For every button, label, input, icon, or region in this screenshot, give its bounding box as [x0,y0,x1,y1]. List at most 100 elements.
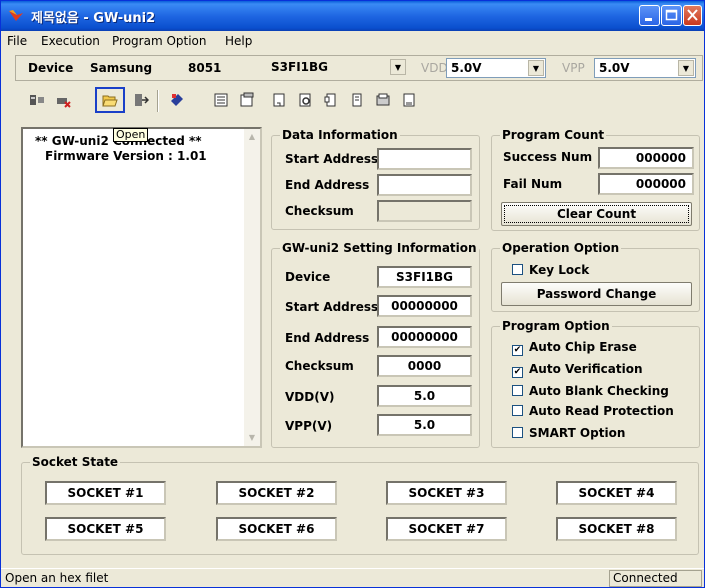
setting-information-group: GW-uni2 Setting Information Device S3FI1… [271,241,480,448]
key-lock-checkbox[interactable]: Key Lock [512,263,589,277]
verify-icon [352,93,362,107]
auto-chip-erase-label: Auto Chip Erase [529,340,637,354]
menu-bar: File Execution Program Option Help [1,31,704,51]
checkbox-icon [512,264,523,275]
setting-checksum-field: 0000 [377,355,472,377]
auto-icon [403,93,415,107]
minimize-button[interactable] [639,5,660,26]
auto-blank-checkbox[interactable]: Auto Blank Checking [512,384,669,398]
checkbox-icon [512,427,523,438]
close-button[interactable] [683,5,702,26]
disconnect-tool-button[interactable] [53,90,73,110]
chevron-down-icon[interactable]: ▼ [390,59,406,75]
device-label: Device [28,61,74,75]
data-information-group: Data Information Start Address End Addre… [271,128,480,230]
clear-count-button[interactable]: Clear Count [501,202,692,226]
vpp-select[interactable]: 5.0V ▼ [594,58,696,78]
chip-select[interactable]: S3FI1BG ▼ [261,58,407,78]
setting-start-label: Start Address [285,300,379,314]
blank-check-tool-button[interactable] [269,90,289,110]
setting-checksum-label: Checksum [285,359,354,373]
setting-vdd-field: 5.0 [377,385,472,407]
setting-vpp-field: 5.0 [377,414,472,436]
menu-file[interactable]: File [7,34,27,48]
tooltip: Open [113,128,149,142]
config-tool-button[interactable] [237,90,257,110]
socket-3: SOCKET #3 [386,481,507,505]
smart-option-checkbox[interactable]: SMART Option [512,426,625,440]
maximize-button[interactable] [661,5,682,26]
menu-help[interactable]: Help [225,34,252,48]
setting-device-field: S3FI1BG [377,266,472,288]
config-icon [240,92,254,107]
device-maker[interactable]: Samsung [90,61,152,75]
socket-2: SOCKET #2 [216,481,337,505]
status-message: Open an hex filet [5,571,109,585]
connect-icon [30,95,44,105]
toolbar-separator [157,90,159,112]
auto-read-protection-label: Auto Read Protection [529,404,674,418]
scroll-down-icon[interactable]: ▼ [245,431,259,445]
socket-5: SOCKET #5 [45,517,166,541]
minimize-icon [645,18,652,21]
setting-device-label: Device [285,270,331,284]
setting-information-title: GW-uni2 Setting Information [280,241,479,255]
auto-read-protection-checkbox[interactable]: Auto Read Protection [512,404,674,418]
open-icon [102,95,118,107]
auto-tool-button[interactable] [399,90,419,110]
vdd-label: VDD [421,61,448,75]
auto-verification-checkbox[interactable]: ✔ Auto Verification [512,362,643,378]
menu-program-option[interactable]: Program Option [112,34,207,48]
operation-option-group: Operation Option Key Lock Password Chang… [491,241,700,312]
erase-tool-button[interactable] [321,90,341,110]
protect-icon [376,93,390,106]
status-bar: Open an hex filet Connected [1,568,704,587]
chip-program-icon [171,94,183,106]
title-bar[interactable]: 제목없음 - GW-uni2 [1,1,704,31]
device-core[interactable]: 8051 [188,61,221,75]
data-start-field[interactable] [377,148,472,170]
auto-chip-erase-checkbox[interactable]: ✔ Auto Chip Erase [512,340,637,356]
log-list[interactable]: ** GW-uni2 Connected ** Firmware Version… [21,127,262,448]
chevron-down-icon[interactable]: ▼ [678,60,694,76]
checkmark-icon: ✔ [512,367,523,378]
read-icon [299,93,311,107]
app-logo-icon [9,10,23,21]
toolbar [15,86,703,116]
socket-4: SOCKET #4 [556,481,677,505]
smart-option-label: SMART Option [529,426,626,440]
log-scrollbar[interactable]: ▲ ▼ [244,129,260,446]
socket-state-group: Socket State SOCKET #1 SOCKET #2 SOCKET … [21,455,699,555]
data-end-field[interactable] [377,174,472,196]
window-title: 제목없음 - GW-uni2 [31,11,156,26]
setting-end-field: 00000000 [377,326,472,348]
socket-state-title: Socket State [30,455,121,469]
auto-verification-label: Auto Verification [529,362,643,376]
fail-num-label: Fail Num [503,177,563,191]
erase-icon [324,93,336,107]
disconnect-icon [57,98,71,108]
scroll-up-icon[interactable]: ▲ [245,130,259,144]
password-change-button[interactable]: Password Change [501,282,692,306]
read-tool-button[interactable] [295,90,315,110]
data-end-label: End Address [285,178,370,192]
memory-tool-button[interactable] [211,90,231,110]
checkmark-icon: ✔ [512,345,523,356]
socket-1: SOCKET #1 [45,481,166,505]
maximize-icon [665,9,678,21]
key-lock-label: Key Lock [529,263,590,277]
load-tool-button[interactable] [131,90,151,110]
verify-tool-button[interactable] [347,90,367,110]
open-tool-button[interactable] [95,87,125,113]
fail-num-field: 000000 [598,173,694,195]
program-tool-button[interactable] [167,90,187,110]
menu-execution[interactable]: Execution [41,34,100,48]
load-icon [135,94,149,106]
checkbox-icon [512,385,523,396]
vpp-label: VPP [562,61,585,75]
connect-tool-button[interactable] [27,90,47,110]
chevron-down-icon[interactable]: ▼ [528,60,544,76]
data-checksum-label: Checksum [285,204,354,218]
protect-tool-button[interactable] [373,90,393,110]
vdd-select[interactable]: 5.0V ▼ [446,58,546,78]
